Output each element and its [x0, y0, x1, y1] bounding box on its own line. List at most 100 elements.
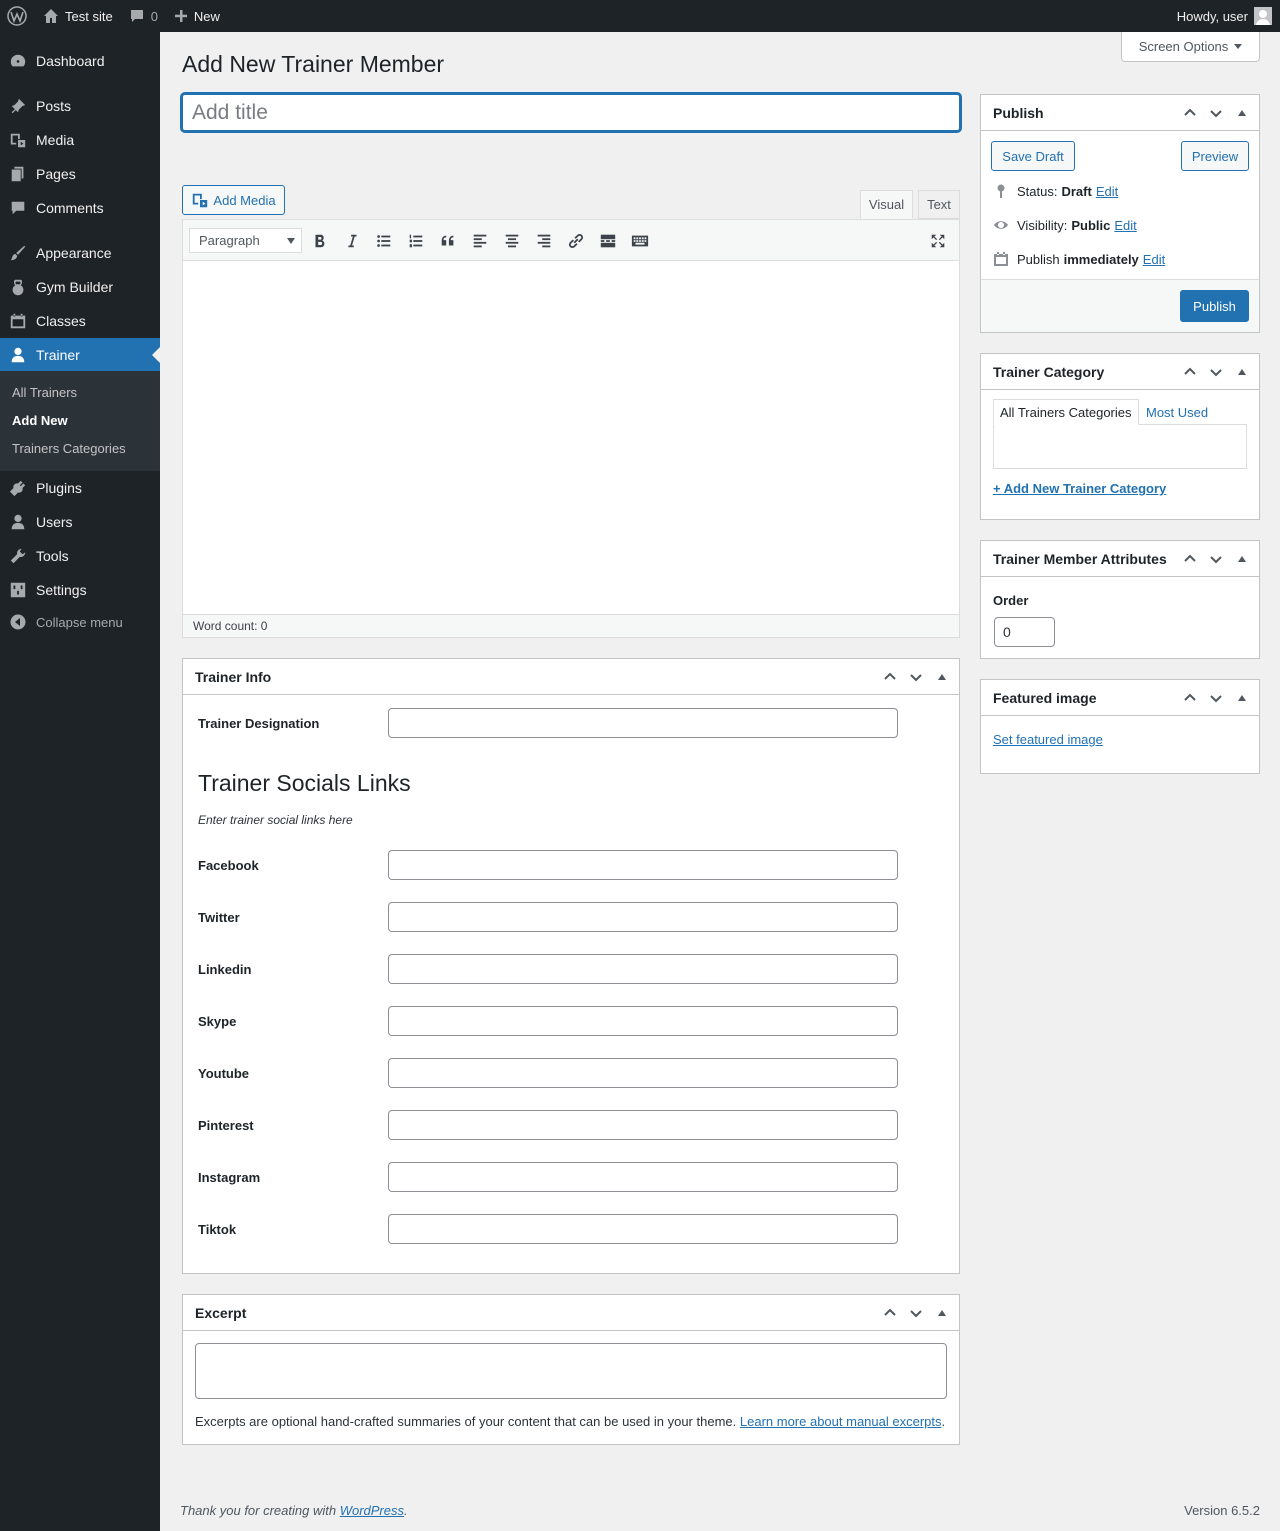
menu-posts[interactable]: Posts — [0, 89, 160, 123]
comment-icon — [130, 10, 143, 22]
menu-users[interactable]: Users — [0, 505, 160, 539]
toolbar-toggle-button[interactable] — [628, 229, 652, 253]
move-down-icon[interactable] — [905, 666, 927, 688]
set-featured-image-link[interactable]: Set featured image — [993, 732, 1103, 747]
caret-down-icon — [1234, 44, 1243, 49]
editor-toolbar: Paragraph — [183, 220, 959, 261]
menu-media[interactable]: Media — [0, 123, 160, 157]
move-down-icon[interactable] — [1205, 548, 1227, 570]
tab-all-categories[interactable]: All Trainers Categories — [993, 399, 1139, 425]
tab-text[interactable]: Text — [918, 190, 960, 219]
italic-button[interactable] — [340, 229, 364, 253]
tab-most-used[interactable]: Most Used — [1146, 399, 1208, 425]
move-down-icon[interactable] — [905, 1302, 927, 1324]
collapse-menu-button[interactable]: Collapse menu — [0, 607, 160, 637]
align-left-button[interactable] — [468, 229, 492, 253]
menu-comments[interactable]: Comments — [0, 191, 160, 225]
move-down-icon[interactable] — [1205, 361, 1227, 383]
numbered-list-button[interactable] — [404, 229, 428, 253]
site-name-link[interactable]: Test site — [35, 0, 121, 32]
pinterest-input[interactable] — [388, 1110, 898, 1140]
fullscreen-button[interactable] — [926, 229, 950, 253]
move-up-icon[interactable] — [879, 666, 901, 688]
skype-input[interactable] — [388, 1006, 898, 1036]
submenu-add-new[interactable]: Add New — [12, 413, 68, 428]
edit-visibility-link[interactable]: Edit — [1114, 218, 1136, 233]
publish-button[interactable]: Publish — [1180, 290, 1249, 322]
preview-button[interactable]: Preview — [1181, 141, 1249, 171]
youtube-input[interactable] — [388, 1058, 898, 1088]
media-icon — [193, 193, 208, 208]
edit-publish-date-link[interactable]: Edit — [1143, 252, 1165, 267]
admin-sidebar: Dashboard Posts Media Pages Comments App… — [0, 32, 160, 1531]
linkedin-label: Linkedin — [198, 962, 252, 977]
comments-link[interactable]: 0 — [121, 0, 166, 32]
pin-icon — [0, 97, 36, 115]
bold-button[interactable] — [308, 229, 332, 253]
submenu-all-trainers[interactable]: All Trainers — [12, 385, 77, 400]
menu-trainer[interactable]: Trainer — [0, 338, 160, 372]
linkedin-input[interactable] — [388, 954, 898, 984]
tab-visual[interactable]: Visual — [860, 190, 913, 219]
learn-more-excerpts-link[interactable]: Learn more about manual excerpts — [740, 1414, 942, 1429]
toggle-panel-icon[interactable] — [931, 1302, 953, 1324]
menu-appearance[interactable]: Appearance — [0, 236, 160, 270]
move-down-icon[interactable] — [1205, 687, 1227, 709]
toggle-panel-icon[interactable] — [1231, 361, 1253, 383]
trainer-submenu: All Trainers Add New Trainers Categories — [0, 371, 160, 471]
menu-settings[interactable]: Settings — [0, 573, 160, 607]
move-up-icon[interactable] — [1179, 687, 1201, 709]
tiktok-input[interactable] — [388, 1214, 898, 1244]
blockquote-button[interactable] — [436, 229, 460, 253]
move-up-icon[interactable] — [1179, 102, 1201, 124]
title-input[interactable] — [181, 93, 961, 132]
add-media-label: Add Media — [213, 192, 276, 208]
wordpress-link[interactable]: WordPress — [340, 1503, 404, 1518]
menu-classes[interactable]: Classes — [0, 304, 160, 338]
comment-icon — [0, 199, 36, 217]
add-media-button[interactable]: Add Media — [182, 185, 285, 215]
menu-classes-label: Classes — [36, 313, 86, 329]
collapse-menu-label: Collapse menu — [36, 614, 123, 630]
move-up-icon[interactable] — [879, 1302, 901, 1324]
menu-dashboard[interactable]: Dashboard — [0, 44, 160, 78]
order-input[interactable] — [994, 617, 1055, 647]
move-up-icon[interactable] — [1179, 548, 1201, 570]
wordpress-logo-icon[interactable] — [0, 0, 35, 32]
toggle-panel-icon[interactable] — [931, 666, 953, 688]
trainer-info-box: Trainer Info Trainer Designation Trainer… — [182, 658, 960, 1274]
toggle-panel-icon[interactable] — [1231, 102, 1253, 124]
insert-link-button[interactable] — [564, 229, 588, 253]
screen-options-button[interactable]: Screen Options — [1121, 32, 1260, 62]
move-up-icon[interactable] — [1179, 361, 1201, 383]
menu-pages[interactable]: Pages — [0, 157, 160, 191]
menu-plugins[interactable]: Plugins — [0, 471, 160, 505]
attributes-box: Trainer Member Attributes Order — [980, 540, 1260, 659]
move-down-icon[interactable] — [1205, 102, 1227, 124]
toggle-panel-icon[interactable] — [1231, 687, 1253, 709]
my-account-link[interactable]: Howdy, user — [1169, 0, 1280, 32]
twitter-input[interactable] — [388, 902, 898, 932]
bulleted-list-button[interactable] — [372, 229, 396, 253]
add-new-category-link[interactable]: + Add New Trainer Category — [993, 481, 1166, 496]
edit-status-link[interactable]: Edit — [1096, 184, 1118, 199]
toggle-panel-icon[interactable] — [1231, 548, 1253, 570]
menu-gym-builder[interactable]: Gym Builder — [0, 270, 160, 304]
order-label: Order — [993, 593, 1029, 608]
collapse-icon — [0, 614, 36, 630]
save-draft-button[interactable]: Save Draft — [991, 141, 1075, 171]
instagram-input[interactable] — [388, 1162, 898, 1192]
align-right-button[interactable] — [532, 229, 556, 253]
excerpt-textarea[interactable] — [195, 1343, 947, 1399]
editor-content-area[interactable] — [183, 261, 959, 614]
keyboard-icon — [631, 235, 649, 247]
new-content-link[interactable]: New — [166, 0, 228, 32]
screen-options-label: Screen Options — [1138, 39, 1229, 54]
submenu-trainers-categories[interactable]: Trainers Categories — [12, 441, 126, 456]
format-select[interactable]: Paragraph — [189, 228, 302, 253]
trainer-designation-input[interactable] — [388, 708, 898, 738]
read-more-button[interactable] — [596, 229, 620, 253]
facebook-input[interactable] — [388, 850, 898, 880]
align-center-button[interactable] — [500, 229, 524, 253]
menu-tools[interactable]: Tools — [0, 539, 160, 573]
